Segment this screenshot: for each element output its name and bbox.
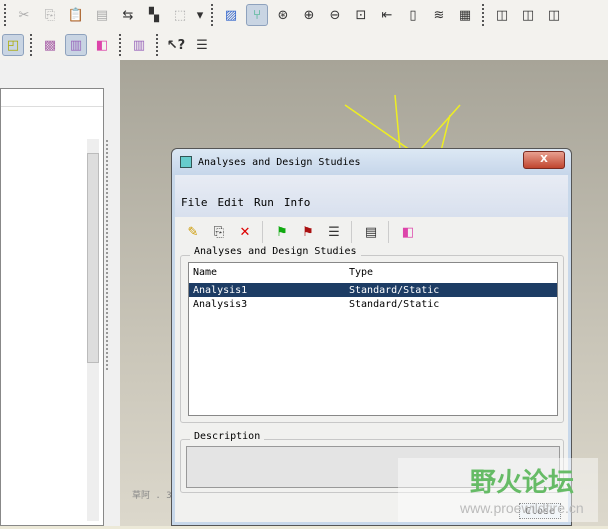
refit-icon[interactable]: ⊡ xyxy=(350,4,372,26)
scroll-thumb[interactable] xyxy=(87,153,99,363)
repaint-icon[interactable]: ▨ xyxy=(220,4,242,26)
edit-icon[interactable]: ✎ xyxy=(182,221,204,243)
start-run-icon[interactable]: ⚑ xyxy=(271,221,293,243)
list-header: Name Type xyxy=(189,263,557,281)
group-label: Analyses and Design Studies xyxy=(190,246,361,257)
item-name: Analysis3 xyxy=(193,298,248,310)
dialog-toolbar: ✎ ⎘ ✕ ⚑ ⚑ ☰ ▤ ◧ xyxy=(172,217,571,247)
model-tree-icon[interactable]: ▦ xyxy=(454,4,476,26)
menu-run[interactable]: Run xyxy=(254,196,274,209)
copy-icon[interactable]: ⎘ xyxy=(208,221,230,243)
app-icon xyxy=(180,156,192,168)
view-hidden-icon[interactable]: ◫ xyxy=(517,4,539,26)
column-type[interactable]: Type xyxy=(349,267,373,278)
status-icon[interactable]: ☰ xyxy=(323,221,345,243)
list-item[interactable]: Analysis1 Standard/Static xyxy=(189,283,557,297)
list-item[interactable]: Analysis3 Standard/Static xyxy=(189,297,557,311)
dialog-menubar: File Edit Run Info xyxy=(175,175,568,217)
main-toolbar: ✂ ⎘ 📋 ▤ ⇆ ▚ ⬚ ▾ ▨ ⑂ ⊛ ⊕ ⊖ ⊡ ⇤ ▯ ≋ ▦ ◫ ◫ … xyxy=(0,0,608,30)
watermark-title: 野火论坛 xyxy=(470,468,575,498)
copy-icon[interactable]: ⎘ xyxy=(39,4,61,26)
model-tree[interactable] xyxy=(0,88,104,526)
zoom-out-icon[interactable]: ⊖ xyxy=(324,4,346,26)
dialog-titlebar: Analyses and Design Studies xyxy=(172,149,571,175)
item-name: Analysis1 xyxy=(193,284,248,296)
context-help-icon[interactable]: ↖? xyxy=(165,34,187,56)
results-window-icon[interactable]: ◧ xyxy=(397,221,419,243)
select-box-icon[interactable]: ⬚ xyxy=(169,4,191,26)
list-icon[interactable]: ☰ xyxy=(191,34,213,56)
find-icon[interactable]: ▚ xyxy=(143,4,165,26)
mesh-icon[interactable]: ▩ xyxy=(39,34,61,56)
zoom-in-icon[interactable]: ⊕ xyxy=(298,4,320,26)
watermark: 野火论坛 www.proewildfire.cn xyxy=(398,458,598,522)
saved-views-icon[interactable]: ▯ xyxy=(402,4,424,26)
orient-icon[interactable]: ⊛ xyxy=(272,4,294,26)
item-type: Standard/Static xyxy=(349,284,440,296)
tree-header xyxy=(1,89,103,107)
sash-handle[interactable] xyxy=(106,140,114,370)
secondary-toolbar: ◰ ▩ ▥ ◧ ▥ ↖? ☰ xyxy=(0,30,608,60)
dropdown-icon[interactable]: ▾ xyxy=(195,4,205,26)
view-3d-icon[interactable]: ◫ xyxy=(491,4,513,26)
watermark-url: www.proewildfire.cn xyxy=(460,500,584,516)
layers-icon[interactable]: ≋ xyxy=(428,4,450,26)
stop-run-icon[interactable]: ⚑ xyxy=(297,221,319,243)
analyses-list[interactable]: Name Type Analysis1 Standard/Static Anal… xyxy=(188,262,558,416)
simplified-rep-icon[interactable]: ▥ xyxy=(128,34,150,56)
menu-info[interactable]: Info xyxy=(284,196,311,209)
reorient-icon[interactable]: ⇤ xyxy=(376,4,398,26)
tree-scrollbar[interactable] xyxy=(87,139,99,521)
paste-special-icon[interactable]: ▤ xyxy=(91,4,113,26)
description-label: Description xyxy=(190,431,265,442)
review-results-icon[interactable]: ▤ xyxy=(360,221,382,243)
regenerate-icon[interactable]: ⇆ xyxy=(117,4,139,26)
spin-center-icon[interactable]: ⑂ xyxy=(246,4,268,26)
results-icon[interactable]: ◧ xyxy=(91,34,113,56)
menu-file[interactable]: File xyxy=(181,196,208,209)
assembly-icon[interactable]: ▥ xyxy=(65,34,87,56)
close-window-button[interactable]: X xyxy=(523,151,565,169)
display-icon[interactable]: ◰ xyxy=(2,34,24,56)
dialog-title: Analyses and Design Studies xyxy=(198,156,361,168)
delete-icon[interactable]: ✕ xyxy=(234,221,256,243)
view-shaded-icon[interactable]: ◫ xyxy=(543,4,565,26)
paste-icon[interactable]: 📋 xyxy=(65,4,87,26)
column-name[interactable]: Name xyxy=(193,267,349,278)
menu-edit[interactable]: Edit xyxy=(218,196,245,209)
item-type: Standard/Static xyxy=(349,298,440,310)
cut-icon[interactable]: ✂ xyxy=(13,4,35,26)
